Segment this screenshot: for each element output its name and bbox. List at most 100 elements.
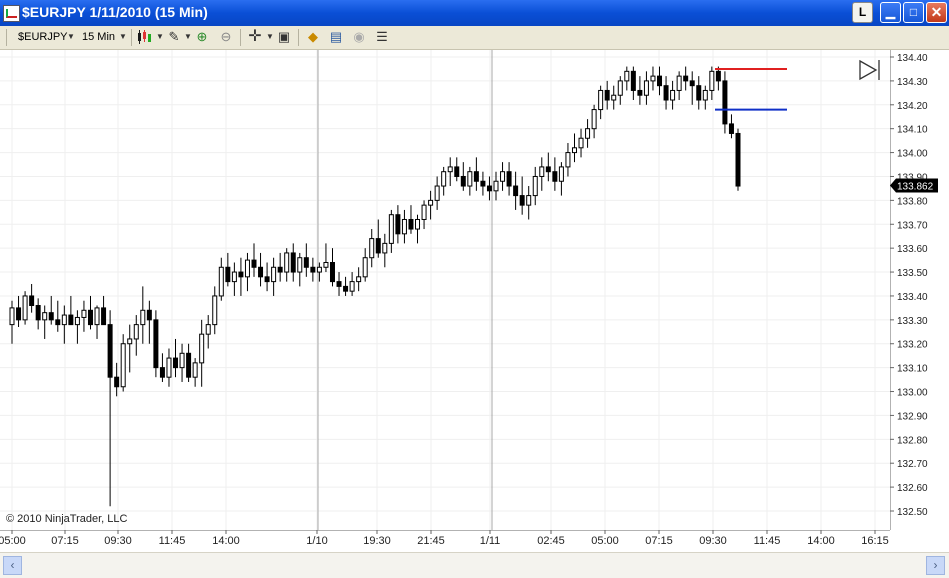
candle-body bbox=[94, 307, 100, 326]
candle-body bbox=[421, 204, 427, 220]
time-tick-label: 1/10 bbox=[306, 535, 327, 547]
candle-body bbox=[486, 185, 492, 192]
close-button[interactable]: ✕ bbox=[926, 2, 947, 23]
candle-body bbox=[722, 80, 728, 125]
candle-body bbox=[101, 307, 107, 326]
candle-body bbox=[297, 257, 303, 273]
candle-body bbox=[382, 242, 388, 254]
candle-body bbox=[362, 257, 368, 278]
candle-body bbox=[114, 376, 120, 388]
candle-body bbox=[624, 70, 630, 82]
time-tick-label: 19:30 bbox=[363, 535, 391, 547]
instrument-selector[interactable]: $EURJPY bbox=[18, 31, 68, 43]
price-tick-label: 134.10 bbox=[897, 125, 928, 136]
candle-body bbox=[205, 324, 211, 335]
candle-body bbox=[179, 352, 185, 369]
ninjatrader-app-icon bbox=[3, 5, 20, 22]
interval-dropdown-icon[interactable]: ▼ bbox=[115, 29, 131, 45]
price-axis[interactable]: 134.40 134.30 134.20 134.10 134.00 133.90 133.… bbox=[889, 50, 949, 530]
candle-body bbox=[696, 85, 702, 101]
candle-body bbox=[545, 166, 551, 173]
scroll-left-button[interactable]: ‹ bbox=[3, 556, 22, 575]
time-tick-label: 1/11 bbox=[480, 535, 501, 547]
candle-body bbox=[728, 123, 734, 134]
candle-body bbox=[454, 166, 460, 177]
candle-body bbox=[316, 266, 322, 273]
candle-body bbox=[323, 261, 329, 268]
candle-body bbox=[617, 80, 623, 96]
strategies-icon[interactable]: ◆ bbox=[305, 29, 321, 45]
indicators-icon[interactable]: ▤ bbox=[328, 29, 344, 45]
candle-body bbox=[604, 89, 610, 101]
crosshair-icon[interactable]: ✛ bbox=[247, 29, 263, 45]
candle-body bbox=[290, 252, 296, 273]
minimize-button[interactable]: ▁ bbox=[880, 2, 901, 23]
candle-body bbox=[329, 261, 335, 283]
zoom-in-icon[interactable]: ⊕ bbox=[194, 29, 210, 45]
candle-body bbox=[539, 166, 545, 177]
price-tick-label: 134.40 bbox=[897, 53, 928, 64]
candle-body bbox=[630, 70, 636, 91]
candle-body bbox=[87, 309, 93, 326]
candle-body bbox=[251, 259, 257, 268]
candle-body bbox=[375, 238, 381, 254]
chart-toolbar: $EURJPY ▼ 15 Min ▼ ▼ ✎ ▼ ⊕ ⊖ ✛ ▼ ▣ ◆ ▤ ◉… bbox=[0, 26, 949, 50]
data-box-icon[interactable]: ▣ bbox=[276, 29, 292, 45]
last-price-label: 133.862 bbox=[897, 182, 934, 193]
candle-body bbox=[186, 352, 192, 378]
candle-body bbox=[192, 362, 198, 378]
toolbar-separator bbox=[240, 29, 241, 46]
candle-body bbox=[61, 314, 67, 326]
time-tick-label: 16:15 bbox=[861, 535, 889, 547]
chart-trader-icon[interactable]: ◉ bbox=[351, 29, 367, 45]
link-button[interactable]: L bbox=[852, 2, 873, 23]
candle-body bbox=[9, 307, 15, 326]
candle-body bbox=[74, 316, 80, 326]
toolbar-grip bbox=[6, 29, 7, 46]
candle-body bbox=[467, 171, 473, 187]
instrument-dropdown-icon[interactable]: ▼ bbox=[63, 29, 79, 45]
price-tick-label: 134.00 bbox=[897, 149, 928, 160]
time-axis[interactable]: 05:00 07:15 09:30 11:45 14:00 1/10 19:30 21:45 1… bbox=[0, 530, 949, 552]
candle-body bbox=[670, 89, 676, 101]
price-tick-label: 132.80 bbox=[897, 435, 928, 446]
time-tick-label: 09:30 bbox=[104, 535, 132, 547]
scroll-right-button[interactable]: › bbox=[926, 556, 945, 575]
time-tick-label: 02:45 bbox=[537, 535, 565, 547]
interval-selector[interactable]: 15 Min bbox=[82, 31, 115, 43]
candle-body bbox=[277, 266, 283, 273]
chart-panel[interactable]: © 2010 NinjaTrader, LLC bbox=[0, 50, 890, 530]
zoom-out-icon[interactable]: ⊖ bbox=[218, 29, 234, 45]
candle-body bbox=[166, 357, 172, 378]
candle-body bbox=[244, 259, 250, 278]
price-tick-label: 133.60 bbox=[897, 244, 928, 255]
price-tick-label: 133.20 bbox=[897, 340, 928, 351]
candle-body bbox=[637, 89, 643, 96]
candle-body bbox=[552, 171, 558, 182]
candle-body bbox=[264, 276, 270, 283]
time-tick-label: 05:00 bbox=[0, 535, 26, 547]
candle-body bbox=[571, 147, 577, 154]
price-tick-label: 133.00 bbox=[897, 388, 928, 399]
maximize-button[interactable]: □ bbox=[903, 2, 924, 23]
candle-body bbox=[336, 281, 342, 287]
chart-style-icon[interactable] bbox=[136, 29, 152, 45]
candle-body bbox=[526, 195, 532, 206]
candle-body bbox=[735, 132, 741, 187]
price-tick-label: 133.30 bbox=[897, 316, 928, 327]
candle-body bbox=[16, 307, 22, 321]
candle-body bbox=[231, 271, 237, 283]
price-axis-svg: 134.40134.30134.20134.10134.00133.90133.… bbox=[889, 50, 938, 530]
properties-icon[interactable]: ☰ bbox=[374, 29, 390, 45]
price-chart[interactable] bbox=[0, 50, 890, 530]
candle-body bbox=[578, 137, 584, 149]
time-tick-label: 11:45 bbox=[159, 535, 186, 547]
price-tick-label: 133.50 bbox=[897, 268, 928, 279]
time-tick-label: 07:15 bbox=[51, 535, 79, 547]
candle-body bbox=[120, 343, 126, 388]
candle-body bbox=[513, 185, 519, 197]
candle-body bbox=[127, 338, 133, 345]
candle-body bbox=[460, 175, 466, 187]
horizontal-scrollbar[interactable]: ‹ › bbox=[0, 552, 949, 578]
price-tick-label: 134.20 bbox=[897, 101, 928, 112]
